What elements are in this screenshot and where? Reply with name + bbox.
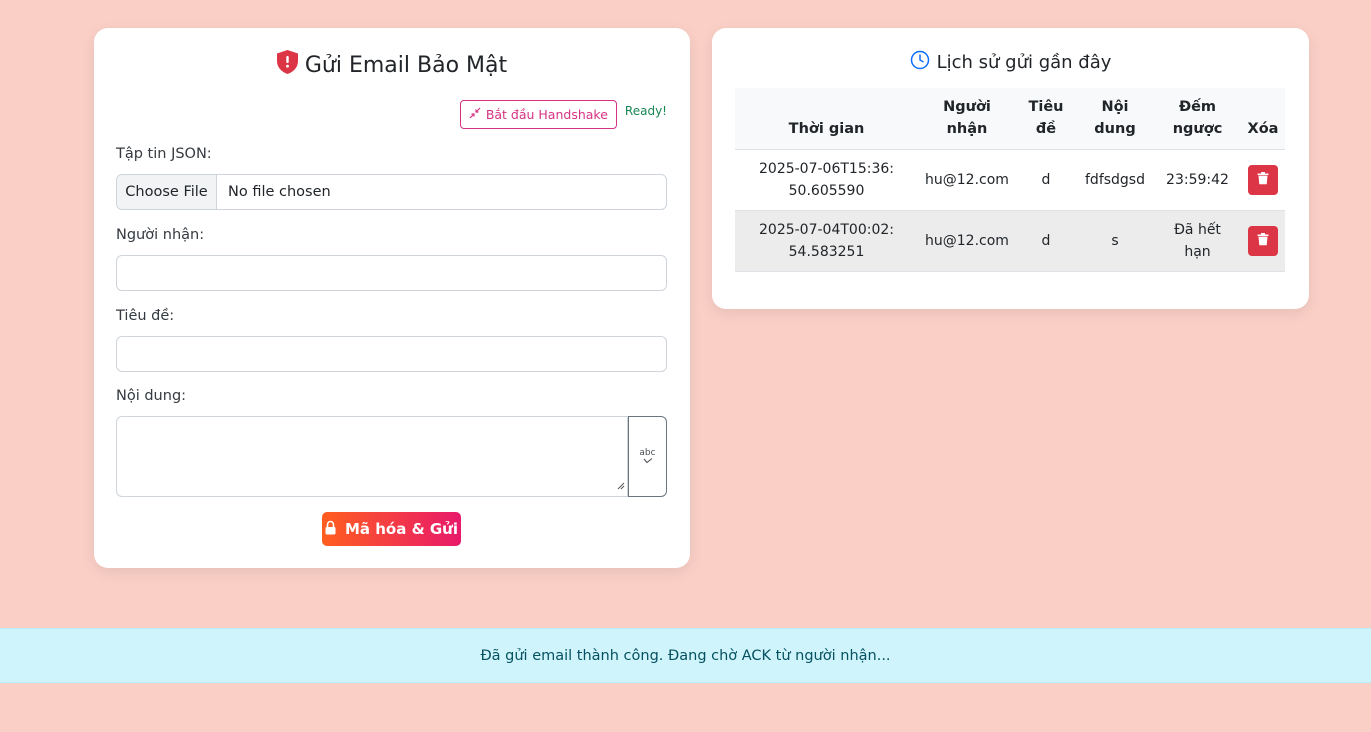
column-header-recipient-text: Người nhận (943, 99, 991, 137)
table-row: 2025-07-06T15:36:50.605590 hu@12.com d f… (735, 149, 1285, 211)
clock-icon (910, 50, 937, 75)
cell-time-text: 2025-07-06T15:36:50.605590 (759, 161, 894, 199)
cell-countdown: 23:59:42 (1154, 149, 1241, 211)
column-header-countdown-text: Đếm ngược (1172, 99, 1223, 137)
cell-body: fdfsdgsd (1076, 149, 1154, 211)
json-file-label: Tập tin JSON: (116, 146, 212, 162)
column-header-subject-text: Tiêu đề (1028, 99, 1064, 137)
encrypt-send-button[interactable]: Mã hóa & Gửi (322, 512, 461, 546)
column-header-body-text: Nội dung (1094, 99, 1136, 137)
cell-delete (1241, 149, 1285, 211)
send-card-title: Gửi Email Bảo Mật (94, 50, 690, 80)
cell-recipient: hu@12.com (918, 149, 1016, 211)
body-textarea[interactable] (116, 416, 628, 497)
recipient-label: Người nhận: (116, 227, 205, 243)
column-header-subject: Tiêu đề (1016, 88, 1076, 150)
encrypt-send-label: Mã hóa & Gửi (344, 520, 459, 538)
column-header-delete: Xóa (1241, 88, 1285, 150)
spellcheck-icon-text: abc (639, 448, 656, 458)
trash-icon (1257, 172, 1269, 188)
recipient-input[interactable] (116, 255, 667, 291)
spellcheck-button[interactable]: abc (628, 416, 667, 497)
arrows-collapse-icon (469, 107, 486, 122)
history-table: Thời gian Người nhận Tiêu đề Nội dung Đế… (735, 88, 1285, 272)
cell-time: 2025-07-04T00:02:54.583251 (735, 210, 918, 272)
status-alert: Đã gửi email thành công. Đang chờ ACK từ… (0, 628, 1371, 683)
handshake-status: Ready! (624, 103, 667, 118)
cell-delete (1241, 210, 1285, 272)
body-input-group: abc (116, 416, 667, 497)
send-card-title-text: Gửi Email Bảo Mật (304, 52, 508, 78)
delete-row-button[interactable] (1248, 226, 1278, 256)
status-alert-message: Đã gửi email thành công. Đang chờ ACK từ… (480, 647, 891, 664)
cell-body: s (1076, 210, 1154, 272)
start-handshake-button[interactable]: Bắt đầu Handshake (459, 100, 617, 129)
cell-subject: d (1016, 210, 1076, 272)
cell-recipient: hu@12.com (918, 210, 1016, 272)
cell-countdown: Đã hết hạn (1154, 210, 1241, 272)
trash-icon (1257, 233, 1269, 249)
cell-subject: d (1016, 149, 1076, 211)
subject-label: Tiêu đề: (116, 308, 175, 324)
file-name-text: No file chosen (228, 184, 331, 200)
column-header-time: Thời gian (735, 88, 918, 150)
column-header-recipient: Người nhận (918, 88, 1016, 150)
lock-icon (325, 520, 345, 539)
json-file-input[interactable]: Choose File No file chosen (116, 174, 667, 210)
delete-row-button[interactable] (1248, 165, 1278, 195)
history-card-title-text: Lịch sử gửi gần đây (936, 51, 1112, 73)
send-email-card: Gửi Email Bảo Mật Bắt đầu Handshake Read… (94, 28, 690, 568)
history-header-row: Thời gian Người nhận Tiêu đề Nội dung Đế… (735, 88, 1285, 150)
column-header-countdown: Đếm ngược (1154, 88, 1241, 150)
start-handshake-label: Bắt đầu Handshake (485, 107, 608, 122)
shield-alert-icon (276, 50, 305, 80)
cell-countdown-text: Đã hết hạn (1174, 222, 1221, 260)
history-card-title: Lịch sử gửi gần đây (712, 48, 1309, 76)
table-row: 2025-07-04T00:02:54.583251 hu@12.com d s… (735, 210, 1285, 272)
choose-file-button[interactable]: Choose File (117, 175, 217, 209)
cell-time-text: 2025-07-04T00:02:54.583251 (759, 222, 894, 260)
column-header-body: Nội dung (1076, 88, 1154, 150)
body-label: Nội dung: (116, 388, 187, 404)
handshake-row: Bắt đầu Handshake Ready! (459, 100, 667, 129)
subject-input[interactable] (116, 336, 667, 372)
cell-time: 2025-07-06T15:36:50.605590 (735, 149, 918, 211)
history-card: Lịch sử gửi gần đây Thời gian Người nhận… (712, 28, 1309, 309)
resize-grip-icon[interactable] (617, 475, 625, 494)
spellcheck-icon: abc (639, 448, 656, 464)
